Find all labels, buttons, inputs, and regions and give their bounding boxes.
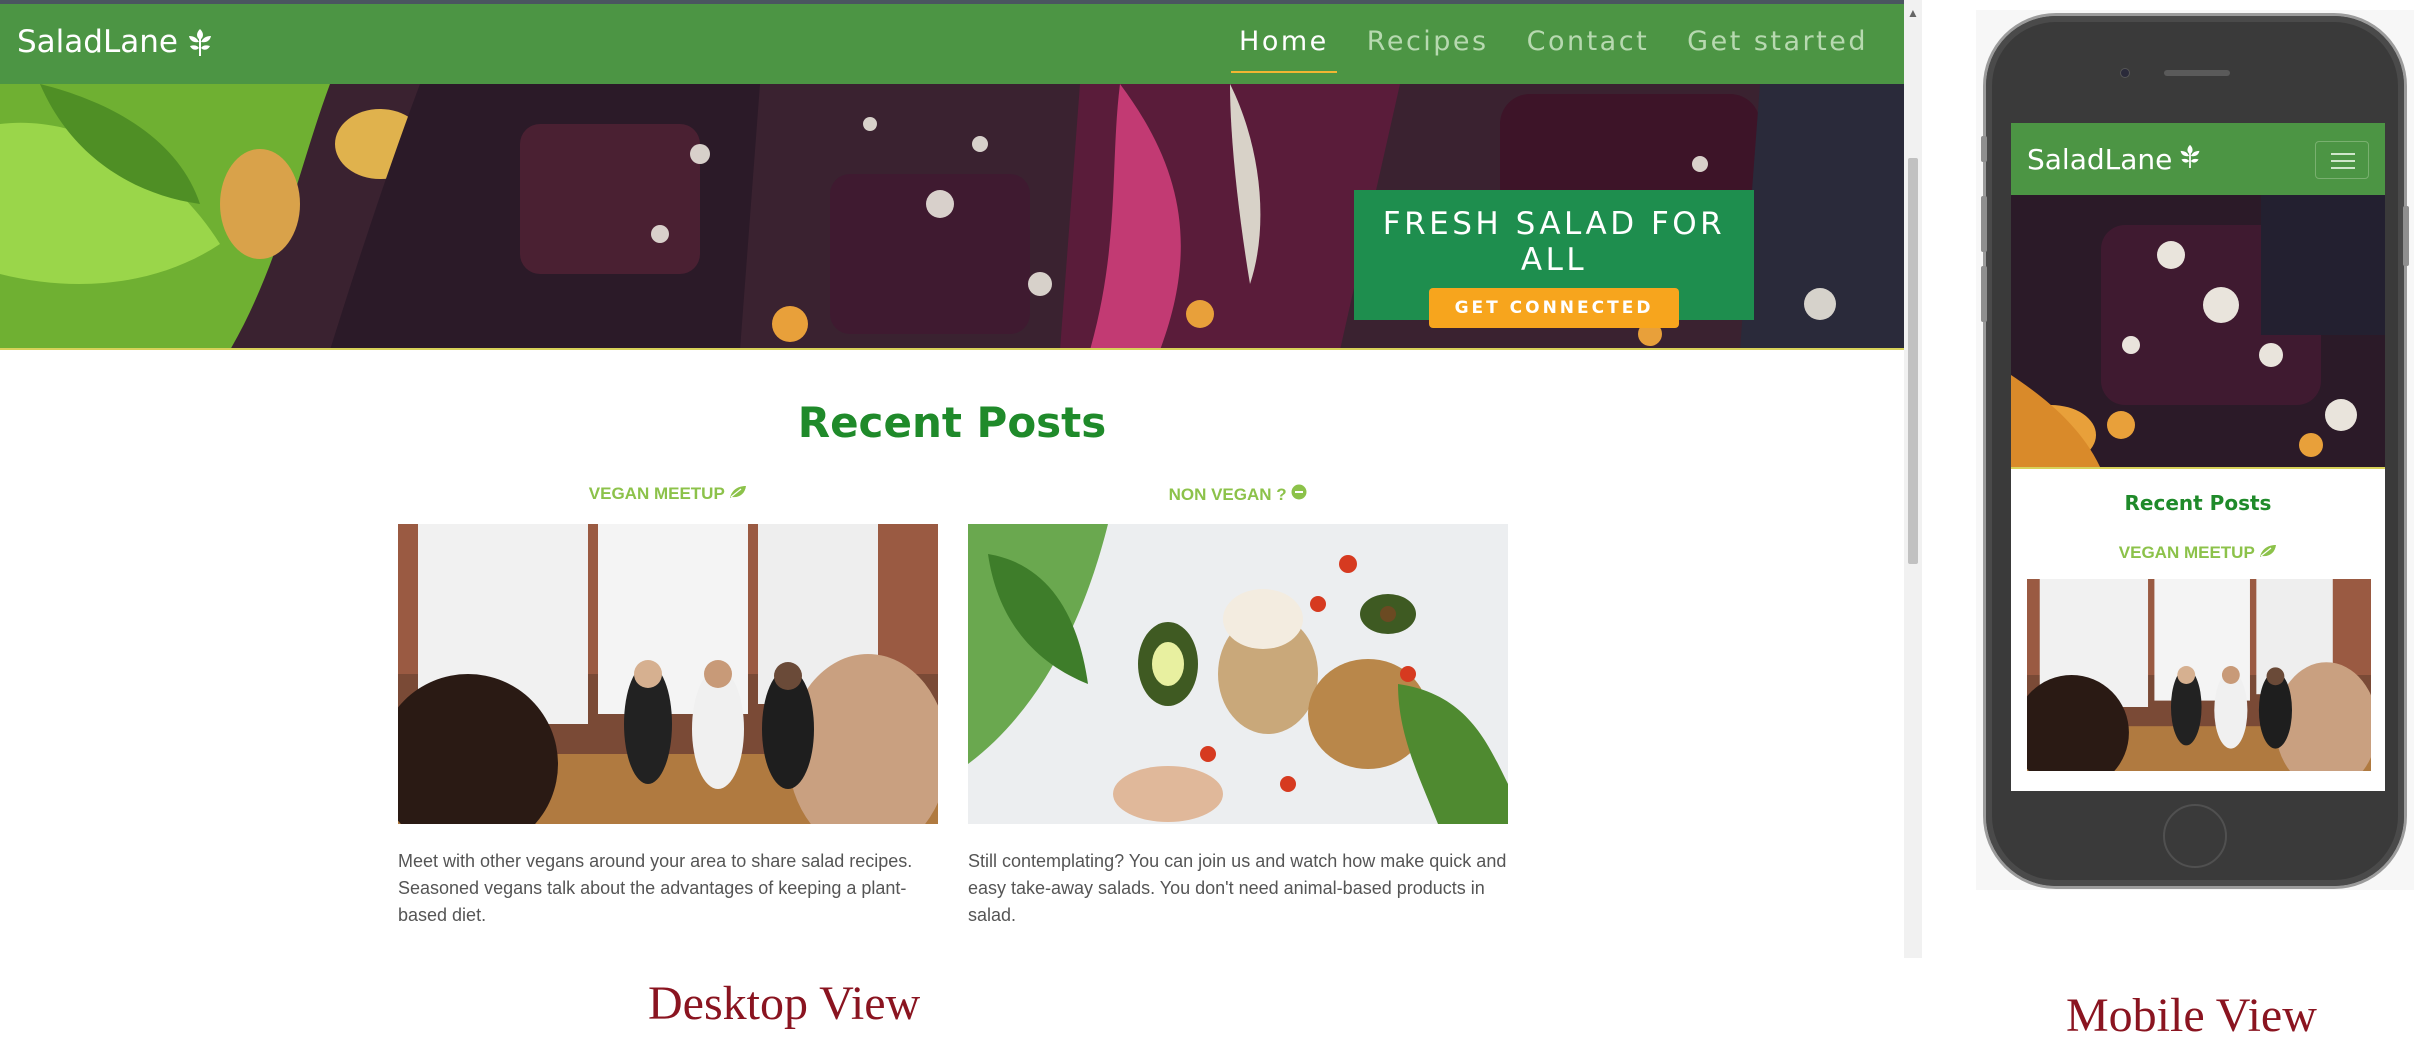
nav-link-home[interactable]: Home — [1231, 22, 1337, 73]
post-description: Still contemplating? You can join us and… — [968, 851, 1507, 925]
mobile-screen: SaladLane Recent Posts VEGAN MEETUP — [2011, 123, 2385, 791]
leaf-icon — [729, 484, 747, 503]
vegan-meetup-photo — [2027, 579, 2371, 771]
desktop-scrollbar[interactable]: ▲ — [1904, 0, 1922, 958]
phone-mockup: SaladLane Recent Posts VEGAN MEETUP — [1981, 16, 2409, 886]
post-category-label: VEGAN MEETUP — [2118, 543, 2255, 562]
mobile-view-caption: Mobile View — [2066, 989, 2317, 1042]
scrollbar-thumb[interactable] — [1908, 158, 1918, 564]
phone-volume-up-button — [1981, 196, 1987, 252]
camera-icon — [2120, 68, 2130, 78]
mobile-view: SaladLane Recent Posts VEGAN MEETUP — [1976, 10, 2414, 890]
hero-cta-box: FRESH SALAD FOR ALL GET CONNECTED — [1354, 190, 1754, 328]
brand-logo[interactable]: SaladLane — [17, 24, 214, 60]
speaker-icon — [2164, 70, 2230, 76]
phone-side-button — [1981, 136, 1987, 162]
post-card-non-vegan: NON VEGAN ? Still contemplating? You can… — [968, 484, 1508, 929]
vegan-meetup-photo — [398, 524, 938, 824]
brand-name: SaladLane — [2027, 143, 2173, 176]
home-button — [2163, 804, 2227, 868]
recent-posts-heading: Recent Posts — [2124, 491, 2272, 515]
post-category[interactable]: VEGAN MEETUP — [398, 484, 938, 512]
desktop-view: SaladLane Home Recipes Contact Get start… — [0, 0, 1904, 958]
hamburger-menu-button[interactable] — [2315, 141, 2369, 179]
post-category[interactable]: VEGAN MEETUP — [2011, 543, 2385, 563]
nav-menu: Home Recipes Contact Get started — [1231, 22, 1876, 73]
mobile-hero-image — [2011, 195, 2385, 469]
mobile-navbar: SaladLane — [2011, 123, 2385, 195]
post-card-vegan-meetup: VEGAN MEETUP Meet with other vegans arou… — [398, 484, 938, 929]
vegetables-flatlay-photo — [968, 524, 1508, 824]
hero-title: FRESH SALAD FOR ALL — [1382, 206, 1726, 278]
scroll-up-arrow-icon[interactable]: ▲ — [1904, 4, 1922, 22]
leaf-icon — [186, 27, 214, 57]
desktop-navbar: SaladLane Home Recipes Contact Get start… — [0, 4, 1904, 84]
recent-posts-heading: Recent Posts — [797, 398, 1107, 447]
brand-logo[interactable]: SaladLane — [2027, 143, 2202, 176]
nav-link-contact[interactable]: Contact — [1519, 22, 1658, 73]
nav-link-get-started[interactable]: Get started — [1679, 22, 1876, 73]
leaf-icon — [2178, 143, 2202, 176]
phone-volume-down-button — [1981, 266, 1987, 322]
post-category-label: NON VEGAN ? — [1168, 485, 1287, 504]
desktop-view-caption: Desktop View — [648, 977, 921, 1030]
brand-name: SaladLane — [17, 24, 178, 60]
nav-link-recipes[interactable]: Recipes — [1359, 22, 1497, 73]
minus-circle-icon — [1291, 484, 1307, 504]
post-description: Meet with other vegans around your area … — [398, 851, 913, 925]
leaf-icon — [2259, 543, 2277, 562]
get-connected-button[interactable]: GET CONNECTED — [1428, 288, 1680, 328]
phone-power-button — [2403, 206, 2409, 266]
post-category[interactable]: NON VEGAN ? — [968, 484, 1508, 512]
post-category-label: VEGAN MEETUP — [588, 484, 725, 503]
hero-banner: FRESH SALAD FOR ALL GET CONNECTED — [0, 84, 1904, 350]
